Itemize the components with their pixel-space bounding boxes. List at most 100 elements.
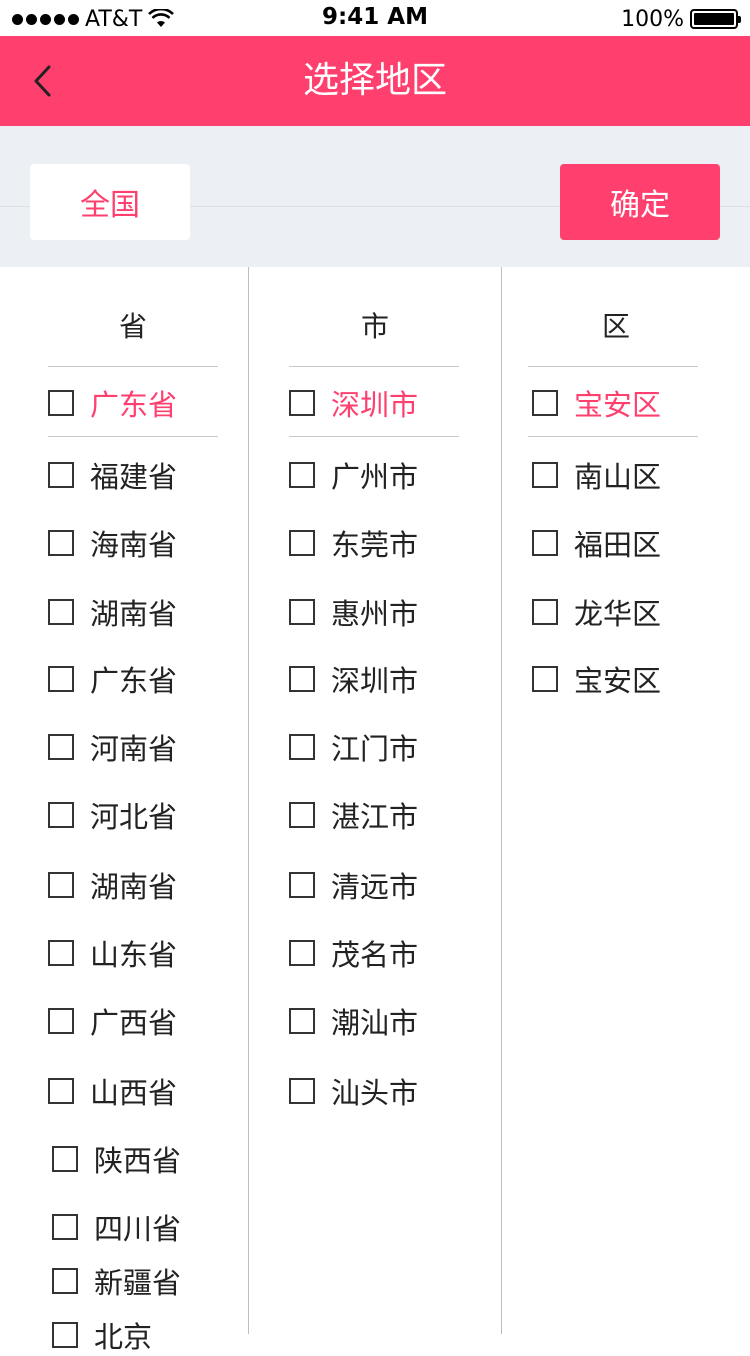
province-option-label: 四川省: [94, 1212, 182, 1246]
status-right: 100%: [621, 6, 741, 32]
checkbox[interactable]: [48, 940, 74, 966]
confirm-button[interactable]: 确定: [560, 164, 720, 240]
city-option-label: 深圳市: [331, 664, 419, 698]
province-option[interactable]: 陕西省: [52, 1139, 181, 1179]
district-option[interactable]: 龙华区: [532, 592, 661, 632]
district-option[interactable]: 福田区: [532, 523, 661, 563]
checkbox[interactable]: [48, 1078, 74, 1104]
city-divider-bottom: [289, 436, 459, 437]
city-option[interactable]: 潮汕市: [289, 1001, 418, 1041]
province-option-label: 湖南省: [90, 870, 178, 904]
district-option[interactable]: 宝安区: [532, 383, 661, 423]
district-divider-bottom: [528, 436, 698, 437]
city-option-label: 潮汕市: [331, 1006, 419, 1040]
city-option-label: 深圳市: [331, 388, 419, 422]
checkbox[interactable]: [289, 1008, 315, 1034]
checkbox[interactable]: [532, 666, 558, 692]
battery-percent: 100%: [621, 6, 684, 32]
province-option-label: 陕西省: [94, 1144, 182, 1178]
province-option[interactable]: 四川省: [52, 1207, 181, 1247]
province-column: 省 广东省 福建省 海南省 湖南省 广东省 河南省 河北省 湖南省 山东省 广西省 山西省 陕西省 四川…: [0, 267, 248, 1354]
province-option-label: 广东省: [90, 388, 178, 422]
checkbox[interactable]: [289, 940, 315, 966]
checkbox[interactable]: [52, 1268, 78, 1294]
city-option-label: 汕头市: [331, 1076, 419, 1110]
checkbox[interactable]: [48, 599, 74, 625]
province-option[interactable]: 广西省: [48, 1001, 177, 1041]
district-option-label: 龙华区: [574, 597, 662, 631]
checkbox[interactable]: [289, 599, 315, 625]
province-divider-bottom: [48, 436, 218, 437]
city-option-label: 广州市: [331, 460, 419, 494]
checkbox[interactable]: [48, 1008, 74, 1034]
province-option[interactable]: 新疆省: [52, 1261, 181, 1301]
status-bar: AT&T 9:41 AM 100%: [0, 0, 750, 36]
page-title: 选择地区: [302, 60, 447, 101]
checkbox[interactable]: [48, 802, 74, 828]
checkbox[interactable]: [289, 1078, 315, 1104]
city-option[interactable]: 深圳市: [289, 659, 418, 699]
battery-icon: [690, 9, 741, 29]
province-option-label: 山西省: [90, 1076, 178, 1110]
checkbox[interactable]: [289, 462, 315, 488]
nav-bar: 选择地区: [0, 36, 750, 126]
province-option[interactable]: 湖南省: [48, 865, 177, 905]
region-columns: 省 广东省 福建省 海南省 湖南省 广东省 河南省 河北省 湖南省 山东省 广西省 山西省 陕西省 四川…: [0, 267, 750, 1354]
checkbox[interactable]: [48, 390, 74, 416]
checkbox[interactable]: [48, 462, 74, 488]
filter-bar: 全国 确定: [0, 126, 750, 267]
checkbox[interactable]: [52, 1214, 78, 1240]
checkbox[interactable]: [532, 462, 558, 488]
city-option[interactable]: 江门市: [289, 727, 418, 767]
checkbox[interactable]: [289, 734, 315, 760]
checkbox[interactable]: [48, 734, 74, 760]
checkbox[interactable]: [52, 1322, 78, 1348]
city-option-label: 东莞市: [331, 528, 419, 562]
province-option[interactable]: 广东省: [48, 383, 177, 423]
province-option-label: 山东省: [90, 938, 178, 972]
district-option[interactable]: 南山区: [532, 455, 661, 495]
nationwide-button[interactable]: 全国: [30, 164, 190, 240]
city-option[interactable]: 湛江市: [289, 795, 418, 835]
city-option[interactable]: 汕头市: [289, 1071, 418, 1111]
checkbox[interactable]: [48, 530, 74, 556]
district-option-label: 宝安区: [574, 388, 662, 422]
city-option[interactable]: 惠州市: [289, 592, 418, 632]
checkbox[interactable]: [289, 390, 315, 416]
province-option[interactable]: 北京: [52, 1315, 152, 1355]
city-option-label: 茂名市: [331, 938, 419, 972]
city-column: 市 深圳市 广州市 东莞市 惠州市 深圳市 江门市 湛江市 清远市 茂名市 潮汕市 汕头市: [248, 267, 502, 1334]
city-option[interactable]: 清远市: [289, 865, 418, 905]
province-option[interactable]: 河北省: [48, 795, 177, 835]
city-option[interactable]: 东莞市: [289, 523, 418, 563]
city-header: 市: [360, 310, 389, 343]
province-option[interactable]: 广东省: [48, 659, 177, 699]
district-option-label: 宝安区: [574, 664, 662, 698]
checkbox[interactable]: [289, 872, 315, 898]
city-option-label: 湛江市: [331, 800, 419, 834]
city-option[interactable]: 深圳市: [289, 383, 418, 423]
province-option[interactable]: 海南省: [48, 523, 177, 563]
checkbox[interactable]: [289, 666, 315, 692]
checkbox[interactable]: [289, 802, 315, 828]
province-option[interactable]: 河南省: [48, 727, 177, 767]
checkbox[interactable]: [48, 872, 74, 898]
checkbox[interactable]: [532, 390, 558, 416]
province-option[interactable]: 福建省: [48, 455, 177, 495]
checkbox[interactable]: [48, 666, 74, 692]
city-option[interactable]: 广州市: [289, 455, 418, 495]
checkbox[interactable]: [289, 530, 315, 556]
province-option[interactable]: 湖南省: [48, 592, 177, 632]
province-option-label: 新疆省: [94, 1266, 182, 1300]
checkbox[interactable]: [532, 599, 558, 625]
province-option[interactable]: 山东省: [48, 933, 177, 973]
city-option-label: 清远市: [331, 870, 419, 904]
checkbox[interactable]: [532, 530, 558, 556]
district-column: 区 宝安区 南山区 福田区 龙华区 宝安区: [502, 267, 750, 1334]
city-option[interactable]: 茂名市: [289, 933, 418, 973]
district-header: 区: [601, 310, 630, 343]
district-option[interactable]: 宝安区: [532, 659, 661, 699]
province-header: 省: [118, 310, 147, 343]
province-option[interactable]: 山西省: [48, 1071, 177, 1111]
checkbox[interactable]: [52, 1146, 78, 1172]
